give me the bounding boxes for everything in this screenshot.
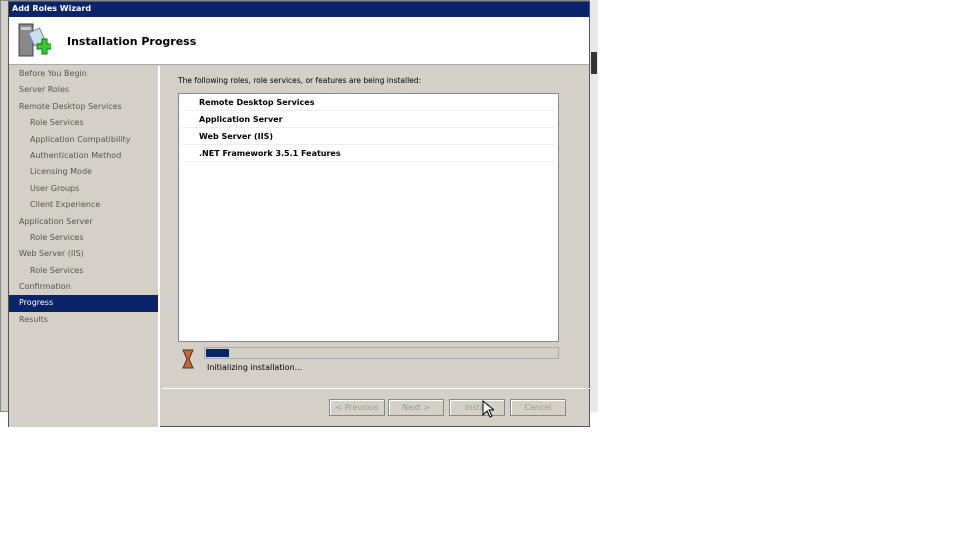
sidebar-step: Server Roles [19, 85, 70, 95]
install-items-list: Remote Desktop Services Application Serve… [178, 93, 559, 342]
cancel-button[interactable]: Cancel [510, 399, 566, 416]
sidebar-step: Web Server (IIS) [19, 249, 84, 259]
sidebar-step: Role Services [30, 265, 84, 275]
sidebar-step: Role Services [30, 118, 84, 128]
sidebar-step: Progress [9, 295, 158, 312]
progress-fill [205, 348, 230, 358]
progress-bar [204, 347, 559, 359]
status-text: Initializing installation... [207, 363, 303, 372]
sidebar-step: Application Compatibility [30, 134, 131, 144]
add-roles-wizard-window: Add Roles Wizard Installation Progress B… [8, 1, 590, 427]
main-panel: The following roles, role services, or f… [162, 66, 590, 427]
wizard-steps-sidebar: Before You Begin Server Roles Remote Deskt… [9, 66, 160, 427]
sidebar-step: User Groups [30, 183, 80, 193]
sidebar-step: Authentication Method [30, 150, 122, 160]
sidebar-step: Role Services [30, 232, 84, 242]
hourglass-icon [182, 349, 194, 369]
scrollbar-thumb[interactable] [591, 52, 597, 74]
sidebar-step: Confirmation [19, 282, 71, 292]
sidebar-step: Before You Begin [19, 69, 87, 78]
sidebar-step: Remote Desktop Services [19, 101, 122, 111]
sidebar-step: Results [19, 314, 48, 324]
install-button[interactable]: Install [449, 399, 505, 416]
intro-text: The following roles, role services, or f… [178, 76, 422, 85]
server-add-icon [18, 23, 51, 57]
next-button[interactable]: Next > [388, 399, 444, 416]
wizard-header: Installation Progress [9, 17, 589, 65]
sidebar-step: Client Experience [30, 200, 101, 210]
divider [162, 388, 590, 389]
page-title: Installation Progress [67, 35, 197, 48]
previous-button[interactable]: < Previous [329, 399, 385, 416]
list-item: Remote Desktop Services [182, 94, 555, 111]
list-item: Web Server (IIS) [182, 128, 555, 145]
sidebar-step: Licensing Mode [30, 167, 92, 177]
mouse-cursor-icon [482, 400, 494, 418]
list-item: Application Server [182, 111, 555, 128]
background-scrollbar[interactable] [589, 0, 598, 412]
sidebar-step: Application Server [19, 216, 93, 226]
title-bar: Add Roles Wizard [9, 2, 589, 17]
list-item: .NET Framework 3.5.1 Features [182, 145, 555, 162]
